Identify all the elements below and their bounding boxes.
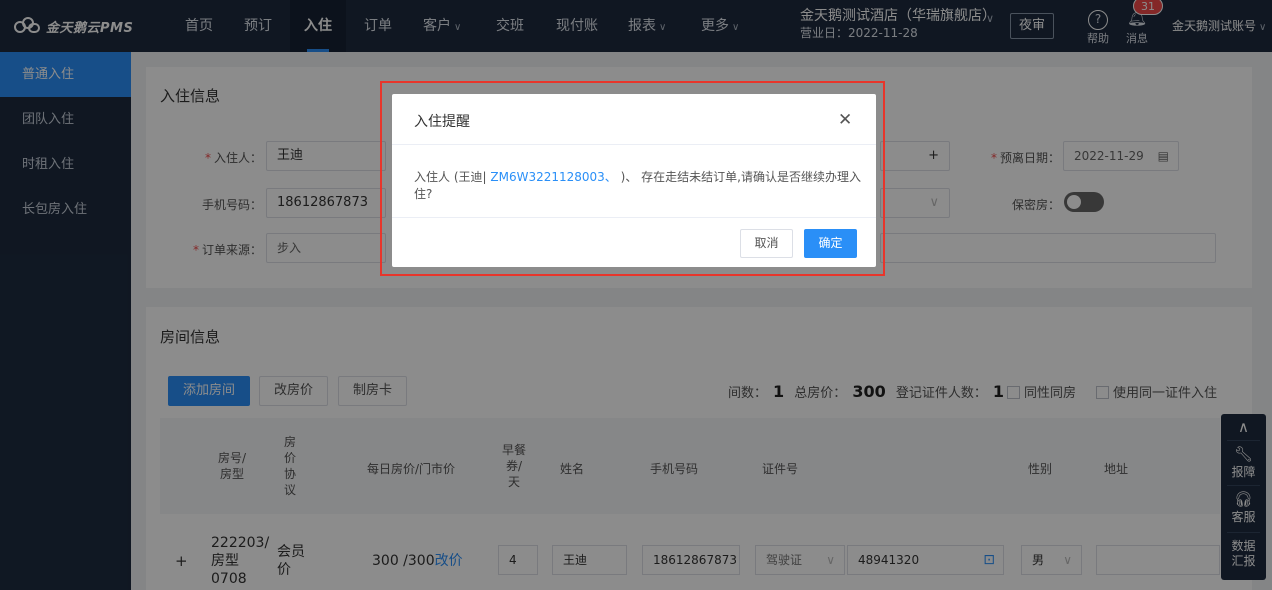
close-icon[interactable]: ✕ [838, 110, 852, 130]
order-number-link[interactable]: ZM6W3221128003、 [490, 170, 616, 184]
dialog-title: 入住提醒 [414, 114, 470, 130]
checkin-reminder-dialog: 入住提醒 ✕ 入住人 (王迪| ZM6W3221128003、 )、 存在走结未… [392, 94, 876, 267]
dialog-message: 入住人 (王迪| ZM6W3221128003、 )、 存在走结未结订单,请确认… [414, 170, 861, 201]
confirm-button[interactable]: 确定 [804, 229, 857, 258]
cancel-button[interactable]: 取消 [740, 229, 793, 258]
